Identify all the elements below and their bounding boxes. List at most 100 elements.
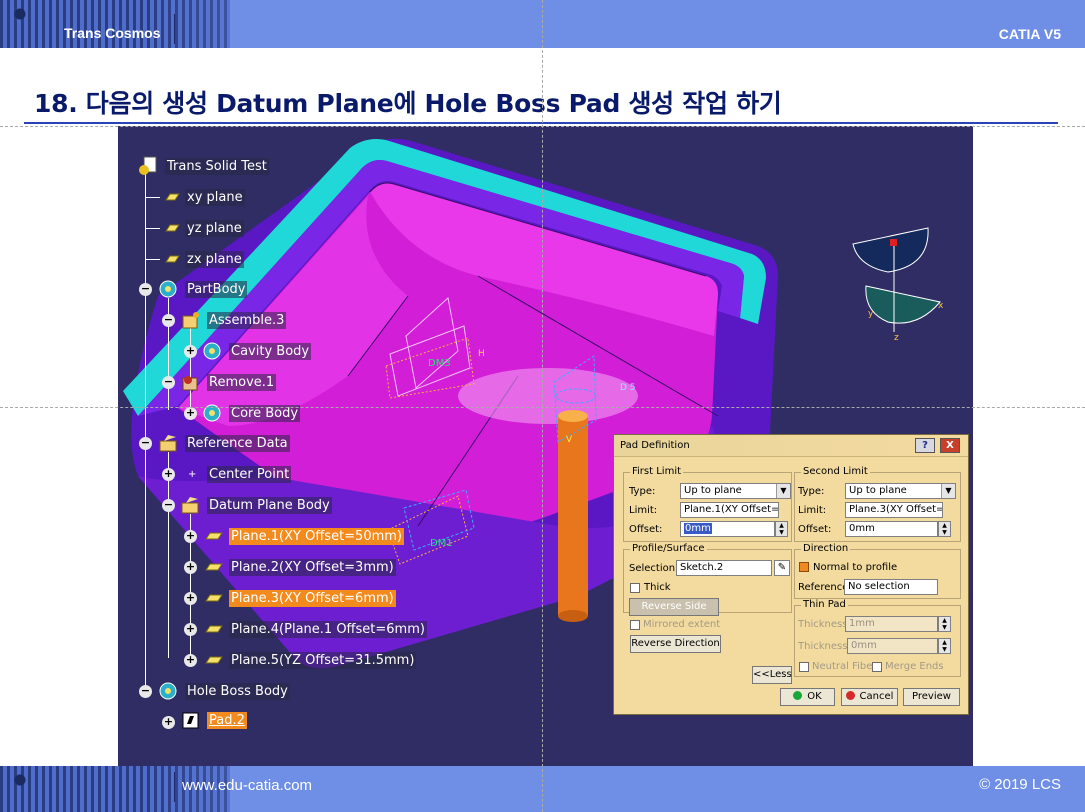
collapse-icon[interactable]: − [162, 376, 175, 389]
tree-item-label: Remove.1 [207, 373, 277, 391]
second-limit-offset-field[interactable]: 0mm [845, 521, 938, 537]
tree-root[interactable]: Trans Solid Test [138, 156, 269, 176]
tree-item-hole-boss-body[interactable]: Hole Boss Body [158, 681, 290, 701]
help-button[interactable]: ? [915, 438, 935, 453]
neutral-fiber-checkbox[interactable] [799, 662, 809, 672]
field-value: 0mm [684, 523, 712, 534]
second-limit-limit-field[interactable]: Plane.3(XY Offset=6r [845, 502, 943, 518]
thickness1-spinner-icon[interactable]: ▲ ▼ [938, 616, 951, 632]
tree-item-label: yz plane [185, 219, 244, 237]
title-underline [24, 122, 1058, 124]
reverse-direction-button[interactable]: Reverse Direction [630, 635, 721, 653]
tree-item-label: Datum Plane Body [207, 496, 332, 514]
plane-icon [205, 594, 223, 602]
expand-icon[interactable]: + [184, 530, 197, 543]
tree-item-core-body[interactable]: Core Body [202, 403, 301, 423]
thick-checkbox[interactable] [630, 583, 640, 593]
dialog-title: Pad Definition [620, 440, 690, 451]
svg-text:+: + [188, 469, 196, 480]
selection-field[interactable]: Sketch.2 [676, 560, 772, 576]
geometrical-set-icon [159, 435, 177, 452]
body-icon [159, 682, 177, 700]
footer-separator [174, 772, 175, 802]
reference-field[interactable]: No selection [844, 579, 938, 595]
expand-icon[interactable]: + [184, 345, 197, 358]
tree-item-plane-4[interactable]: Plane.4(Plane.1 Offset=6mm) [202, 619, 427, 639]
expand-icon[interactable]: + [162, 468, 175, 481]
tree-item-assemble[interactable]: Assemble.3 [180, 310, 287, 330]
tree-root-label: Trans Solid Test [165, 157, 269, 175]
footer-website[interactable]: www.edu-catia.com [182, 777, 312, 794]
merge-ends-checkbox[interactable] [872, 662, 882, 672]
dialog-titlebar[interactable]: Pad Definition ? X [614, 435, 968, 457]
expand-icon[interactable]: + [184, 592, 197, 605]
expand-icon[interactable]: + [162, 716, 175, 729]
ok-button[interactable]: OK [780, 688, 835, 706]
expand-icon[interactable]: + [184, 561, 197, 574]
cancel-button[interactable]: Cancel [841, 688, 898, 706]
tree-item-label: Plane.3(XY Offset=6mm) [229, 589, 396, 607]
collapse-icon[interactable]: − [162, 499, 175, 512]
page-title: 18. 다음의 생성 Datum Plane에 Hole Boss Pad 생성… [34, 89, 782, 118]
tree-item-center-point[interactable]: + Center Point [180, 464, 292, 484]
collapse-icon[interactable]: − [139, 437, 152, 450]
pad-cylinder [558, 416, 588, 616]
expand-icon[interactable]: + [184, 654, 197, 667]
merge-ends-label: Merge Ends [885, 661, 944, 672]
tree-item-datum-plane-body[interactable]: Datum Plane Body [180, 495, 332, 515]
collapse-icon[interactable]: − [162, 314, 175, 327]
tree-item-zx-plane[interactable]: zx plane [162, 249, 244, 269]
offset-spinner-icon[interactable]: ▲ ▼ [775, 521, 788, 537]
assemble-icon [182, 312, 199, 329]
collapse-icon[interactable]: − [139, 283, 152, 296]
tree-item-label: Assemble.3 [207, 311, 287, 329]
body-icon [203, 342, 221, 360]
cancel-dot-icon [845, 691, 855, 700]
tree-item-label: Center Point [207, 465, 292, 483]
tree-item-partbody[interactable]: PartBody [158, 279, 248, 299]
tree-item-yz-plane[interactable]: yz plane [162, 218, 244, 238]
ok-label: OK [807, 691, 822, 702]
normal-to-profile-checkbox[interactable] [799, 562, 809, 572]
tree-item-plane-3[interactable]: Plane.3(XY Offset=6mm) [202, 588, 396, 608]
sketcher-icon[interactable]: ✎ [774, 560, 790, 576]
tree-item-reference-data[interactable]: Reference Data [158, 433, 290, 453]
expand-icon[interactable]: + [184, 623, 197, 636]
tree-item-plane-5[interactable]: Plane.5(YZ Offset=31.5mm) [202, 650, 417, 670]
cancel-label: Cancel [859, 691, 894, 702]
group-title: Second Limit [801, 466, 870, 477]
close-button[interactable]: X [940, 438, 960, 453]
plane-a-label: DM3 [428, 358, 451, 369]
thickness1-field[interactable]: 1mm [845, 616, 938, 632]
thickness2-field[interactable]: 0mm [847, 638, 938, 654]
thickness2-spinner-icon[interactable]: ▲ ▼ [938, 638, 951, 654]
tree-item-cavity-body[interactable]: Cavity Body [202, 341, 312, 361]
tree-item-remove[interactable]: Remove.1 [180, 372, 277, 392]
mirrored-extent-label: Mirrored extent [643, 619, 721, 630]
tree-item-plane-1[interactable]: Plane.1(XY Offset=50mm) [202, 526, 404, 546]
field-label: Type: [798, 486, 825, 497]
remove-icon [182, 376, 198, 391]
mirrored-extent-checkbox[interactable] [630, 620, 640, 630]
tree-item-pad-2[interactable]: Pad.2 [180, 710, 247, 730]
reverse-side-button[interactable]: Reverse Side [629, 598, 719, 616]
preview-button[interactable]: Preview [903, 688, 960, 706]
normal-to-profile-label: Normal to profile [813, 562, 898, 573]
first-limit-limit-field[interactable]: Plane.1(XY Offset=5( [680, 502, 779, 518]
compass-icon[interactable]: x y z [852, 227, 944, 343]
first-limit-type-select[interactable]: Up to plane ▼ [680, 483, 791, 499]
first-limit-offset-field[interactable]: 0mm [680, 521, 775, 537]
expand-icon[interactable]: + [184, 407, 197, 420]
group-title: First Limit [630, 466, 684, 477]
collapse-icon[interactable]: − [139, 685, 152, 698]
offset-spinner-icon[interactable]: ▲ ▼ [938, 521, 951, 537]
compass-x-label: x [938, 301, 944, 311]
plane-icon [205, 625, 223, 633]
tree-item-plane-2[interactable]: Plane.2(XY Offset=3mm) [202, 557, 396, 577]
select-value: Up to plane [684, 485, 742, 496]
less-button[interactable]: <<Less [752, 666, 792, 684]
plane-icon [205, 656, 223, 664]
second-limit-type-select[interactable]: Up to plane ▼ [845, 483, 956, 499]
tree-item-xy-plane[interactable]: xy plane [162, 187, 245, 207]
select-value: Up to plane [849, 485, 907, 496]
